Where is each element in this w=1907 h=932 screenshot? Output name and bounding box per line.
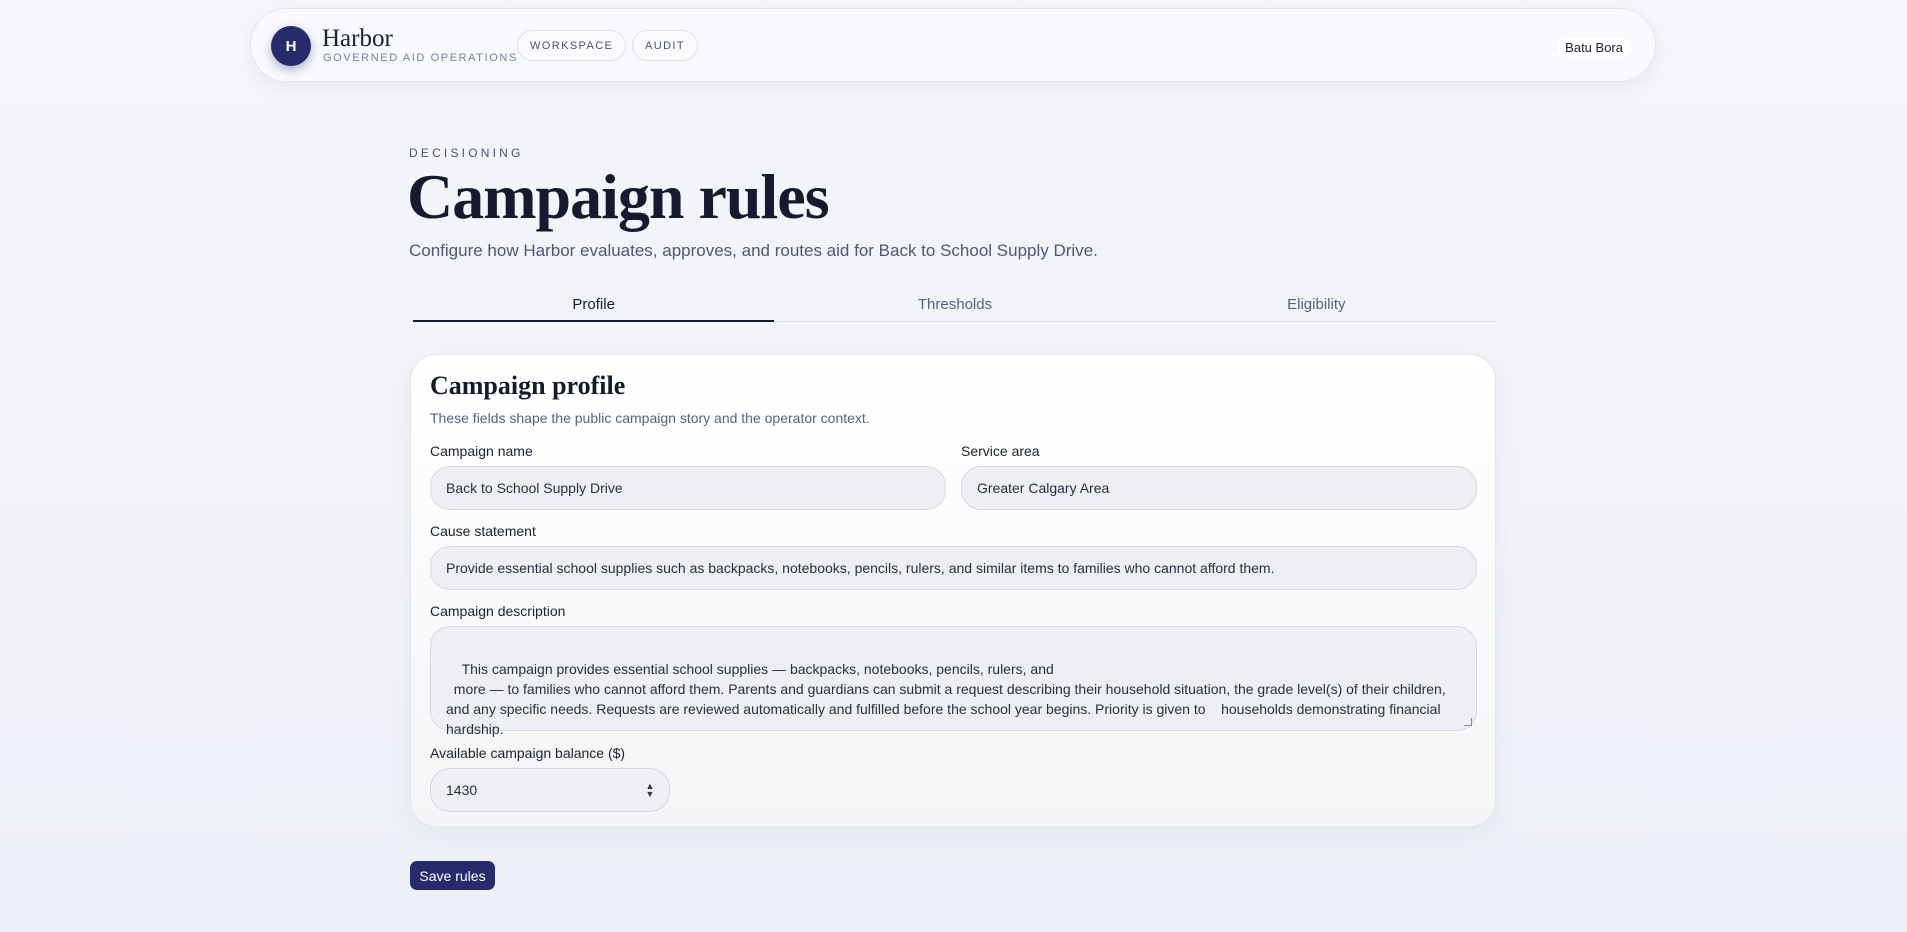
brand-name: Harbor bbox=[322, 25, 393, 52]
user-menu[interactable]: Batu Bora bbox=[1557, 38, 1631, 57]
service-area-input[interactable]: Greater Calgary Area bbox=[961, 466, 1477, 510]
cause-statement-label: Cause statement bbox=[430, 523, 536, 539]
brand-subtitle: GOVERNED AID OPERATIONS bbox=[323, 52, 518, 64]
top-nav-bar: H Harbor GOVERNED AID OPERATIONS WORKSPA… bbox=[250, 8, 1656, 82]
number-stepper-icon[interactable]: ▲ ▼ bbox=[645, 782, 655, 799]
resize-handle-icon[interactable] bbox=[1464, 718, 1472, 726]
page-subtitle: Configure how Harbor evaluates, approves… bbox=[409, 241, 1098, 260]
section-eyebrow: DECISIONING bbox=[409, 146, 524, 160]
nav-audit[interactable]: AUDIT bbox=[632, 30, 698, 61]
tab-thresholds[interactable]: Thresholds bbox=[774, 290, 1135, 321]
page-title: Campaign rules bbox=[407, 161, 830, 232]
campaign-name-input[interactable]: Back to School Supply Drive bbox=[430, 466, 946, 510]
card-title: Campaign profile bbox=[430, 371, 626, 400]
tab-eligibility[interactable]: Eligibility bbox=[1136, 290, 1497, 321]
campaign-description-text: This campaign provides essential school … bbox=[446, 661, 1446, 737]
service-area-label: Service area bbox=[961, 443, 1040, 459]
rules-tabs: Profile Thresholds Eligibility bbox=[413, 290, 1497, 322]
campaign-profile-card: Campaign profile These fields shape the … bbox=[410, 354, 1496, 827]
balance-label: Available campaign balance ($) bbox=[430, 745, 626, 761]
save-rules-button[interactable]: Save rules bbox=[410, 861, 495, 890]
tab-profile[interactable]: Profile bbox=[413, 290, 775, 322]
nav-workspace[interactable]: WORKSPACE bbox=[517, 30, 627, 61]
campaign-name-label: Campaign name bbox=[430, 443, 533, 459]
card-subtitle: These fields shape the public campaign s… bbox=[430, 410, 870, 426]
campaign-description-label: Campaign description bbox=[430, 603, 566, 619]
balance-number-input[interactable]: 1430 ▲ ▼ bbox=[430, 768, 670, 812]
campaign-description-textarea[interactable]: This campaign provides essential school … bbox=[430, 626, 1477, 737]
balance-value: 1430 bbox=[446, 782, 478, 798]
cause-statement-input[interactable]: Provide essential school supplies such a… bbox=[430, 546, 1477, 590]
brand-logo[interactable]: H bbox=[271, 26, 311, 66]
